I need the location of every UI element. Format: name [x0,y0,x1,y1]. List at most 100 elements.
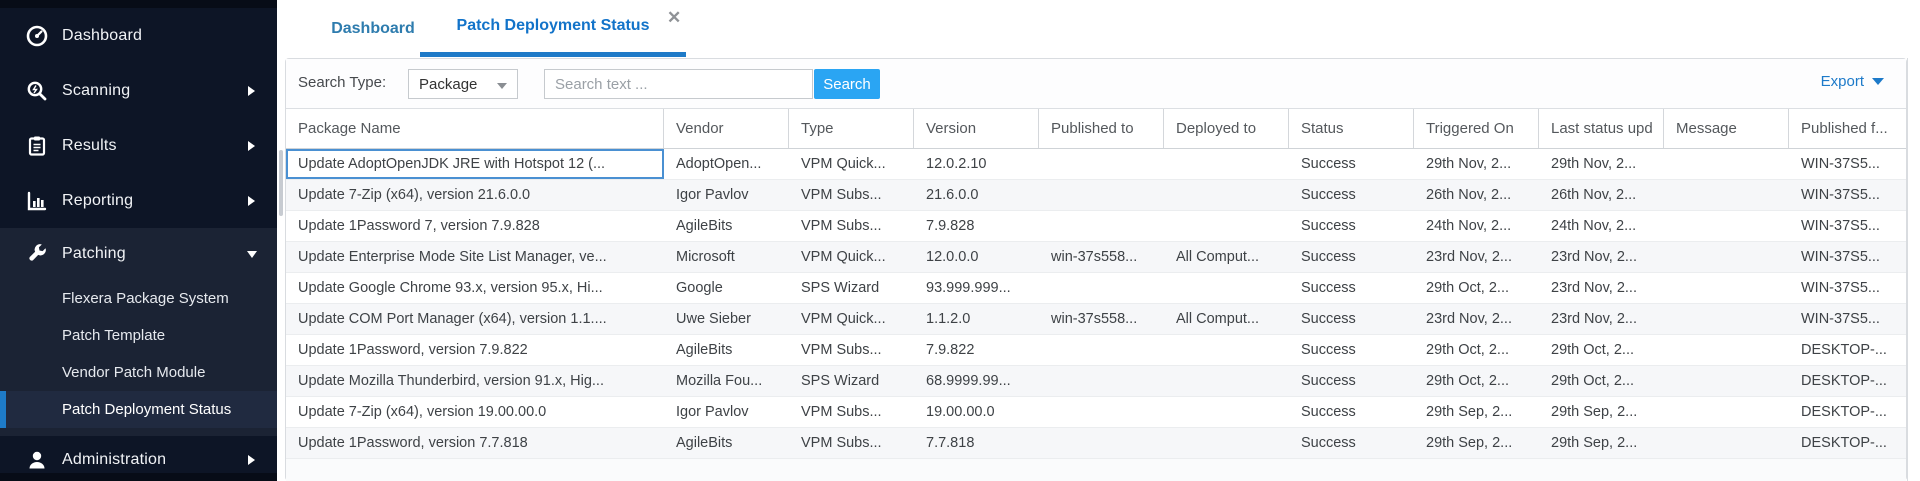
tab-patch-deployment-status[interactable]: Patch Deployment Status [420,0,686,57]
table-cell[interactable] [1664,180,1789,210]
table-cell[interactable]: Microsoft [664,242,789,272]
table-cell[interactable]: VPM Subs... [789,335,914,365]
close-tab-icon[interactable]: ✕ [667,8,681,28]
sidebar-scrollbar[interactable] [277,0,285,481]
table-cell[interactable]: 29th Sep, 2... [1539,397,1664,427]
table-cell[interactable]: VPM Quick... [789,304,914,334]
table-cell[interactable] [1164,366,1289,396]
table-cell[interactable]: Success [1289,242,1414,272]
sidebar-item-results[interactable]: Results [0,118,277,173]
column-header[interactable]: Status [1289,109,1414,148]
table-cell[interactable]: 19.00.00.0 [914,397,1039,427]
table-cell[interactable]: Update Google Chrome 93.x, version 95.x,… [286,273,664,303]
table-cell[interactable]: Update COM Port Manager (x64), version 1… [286,304,664,334]
table-cell[interactable]: 7.9.822 [914,335,1039,365]
table-cell[interactable]: DESKTOP-... [1789,428,1906,458]
table-cell[interactable]: AgileBits [664,335,789,365]
table-cell[interactable]: Success [1289,366,1414,396]
table-cell[interactable] [1664,366,1789,396]
table-cell[interactable]: Success [1289,273,1414,303]
table-cell[interactable]: 29th Oct, 2... [1539,366,1664,396]
sidebar-item-patch-template[interactable]: Patch Template [0,317,277,354]
table-cell[interactable] [1039,273,1164,303]
table-cell[interactable]: 29th Nov, 2... [1539,149,1664,179]
table-cell[interactable] [1039,428,1164,458]
table-cell[interactable]: 1.1.2.0 [914,304,1039,334]
table-cell[interactable]: 7.7.818 [914,428,1039,458]
table-cell[interactable]: DESKTOP-... [1789,335,1906,365]
table-cell[interactable] [1664,149,1789,179]
table-cell[interactable] [1664,335,1789,365]
table-cell[interactable]: VPM Subs... [789,180,914,210]
table-cell[interactable]: Update Enterprise Mode Site List Manager… [286,242,664,272]
table-cell[interactable]: AgileBits [664,428,789,458]
table-cell[interactable]: 23rd Nov, 2... [1539,242,1664,272]
column-header[interactable]: Type [789,109,914,148]
table-cell[interactable]: 23rd Nov, 2... [1539,273,1664,303]
table-row[interactable]: Update Enterprise Mode Site List Manager… [286,242,1906,273]
table-cell[interactable]: Success [1289,211,1414,241]
column-header[interactable]: Package Name [286,109,664,148]
sidebar-item-reporting[interactable]: Reporting [0,173,277,228]
table-cell[interactable]: win-37s558... [1039,304,1164,334]
table-cell[interactable]: 29th Oct, 2... [1414,366,1539,396]
table-cell[interactable]: AdoptOpen... [664,149,789,179]
table-cell[interactable] [1664,397,1789,427]
table-cell[interactable]: Success [1289,335,1414,365]
sidebar-item-flexera-package-system[interactable]: Flexera Package System [0,280,277,317]
table-cell[interactable]: 29th Sep, 2... [1539,428,1664,458]
table-cell[interactable]: Update AdoptOpenJDK JRE with Hotspot 12 … [286,149,664,179]
search-type-select[interactable]: Package [408,69,518,99]
column-header[interactable]: Deployed to [1164,109,1289,148]
table-cell[interactable]: Success [1289,428,1414,458]
table-cell[interactable] [1164,273,1289,303]
table-cell[interactable]: Update 7-Zip (x64), version 21.6.0.0 [286,180,664,210]
table-cell[interactable]: 12.0.0.0 [914,242,1039,272]
table-cell[interactable]: 23rd Nov, 2... [1414,242,1539,272]
table-cell[interactable]: VPM Quick... [789,149,914,179]
table-cell[interactable]: WIN-37S5... [1789,304,1906,334]
tab-dashboard[interactable]: Dashboard [308,0,438,57]
table-cell[interactable] [1039,149,1164,179]
table-cell[interactable]: Success [1289,180,1414,210]
table-cell[interactable] [1164,397,1289,427]
sidebar-item-patching[interactable]: Patching [0,228,277,280]
table-cell[interactable]: Update 7-Zip (x64), version 19.00.00.0 [286,397,664,427]
table-cell[interactable] [1164,335,1289,365]
table-cell[interactable]: Success [1289,149,1414,179]
export-button[interactable]: Export [1821,73,1884,90]
table-row[interactable]: Update 7-Zip (x64), version 19.00.00.0Ig… [286,397,1906,428]
search-button[interactable]: Search [814,69,880,99]
table-row[interactable]: Update 1Password 7, version 7.9.828Agile… [286,211,1906,242]
table-row[interactable]: Update 1Password, version 7.7.818AgileBi… [286,428,1906,459]
column-header[interactable]: Triggered On [1414,109,1539,148]
table-cell[interactable]: 29th Oct, 2... [1414,335,1539,365]
table-cell[interactable]: 93.999.999... [914,273,1039,303]
table-cell[interactable]: Update 1Password, version 7.7.818 [286,428,664,458]
table-row[interactable]: Update 7-Zip (x64), version 21.6.0.0Igor… [286,180,1906,211]
table-row[interactable]: Update 1Password, version 7.9.822AgileBi… [286,335,1906,366]
table-cell[interactable] [1664,273,1789,303]
table-cell[interactable] [1664,242,1789,272]
column-header[interactable]: Version [914,109,1039,148]
column-header[interactable]: Message [1664,109,1789,148]
table-cell[interactable] [1164,149,1289,179]
table-cell[interactable]: All Comput... [1164,304,1289,334]
table-cell[interactable] [1039,211,1164,241]
table-cell[interactable]: win-37s558... [1039,242,1164,272]
table-cell[interactable]: 21.6.0.0 [914,180,1039,210]
table-cell[interactable] [1664,428,1789,458]
table-cell[interactable] [1039,366,1164,396]
table-cell[interactable]: WIN-37S5... [1789,273,1906,303]
column-header[interactable]: Published to [1039,109,1164,148]
table-cell[interactable] [1039,335,1164,365]
table-cell[interactable]: VPM Quick... [789,242,914,272]
table-cell[interactable]: Update Mozilla Thunderbird, version 91.x… [286,366,664,396]
column-header[interactable]: Vendor [664,109,789,148]
table-cell[interactable]: 7.9.828 [914,211,1039,241]
table-cell[interactable]: 23rd Nov, 2... [1539,304,1664,334]
sidebar-item-vendor-patch-module[interactable]: Vendor Patch Module [0,354,277,391]
table-cell[interactable]: Igor Pavlov [664,180,789,210]
table-cell[interactable]: Google [664,273,789,303]
search-input[interactable] [544,69,813,99]
